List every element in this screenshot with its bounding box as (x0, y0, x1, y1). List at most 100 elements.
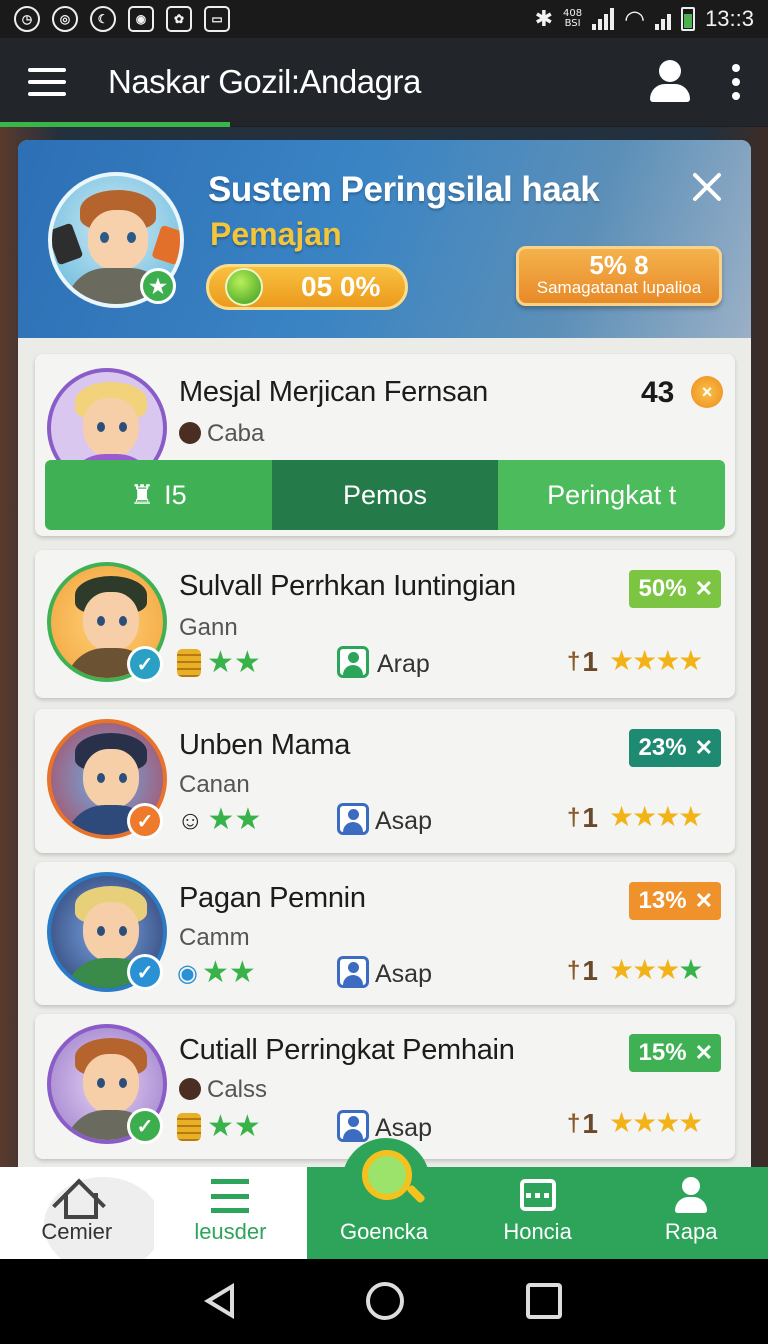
user-icon (337, 956, 369, 988)
battery-icon (681, 7, 696, 31)
progress-pill: 05 0% (206, 264, 408, 310)
bluetooth-icon: ✱ (534, 6, 554, 31)
remove-icon[interactable]: ✕ (695, 576, 713, 602)
nav-leader[interactable]: leusder (153, 1167, 308, 1259)
panel-subtitle: Pemajan (210, 216, 342, 252)
player-card[interactable]: ✓ Pagan Pemnin Camm 13% ✕ ◉ ★★ Asap † 1 ★★… (35, 862, 735, 1005)
rank: † 1 (567, 802, 598, 833)
green-stars-icon: ★★ (207, 802, 262, 837)
percent-tag[interactable]: 15% ✕ (628, 1034, 721, 1072)
nav-profile[interactable]: Rapa (614, 1167, 768, 1259)
signal-2-icon (655, 8, 672, 30)
remove-icon[interactable]: ✕ (695, 888, 713, 914)
tab-count[interactable]: ♜ I5 (45, 460, 272, 530)
stat-card[interactable]: 5% 8 Samagatanat lupalioa (516, 246, 722, 306)
player-class: Canan (179, 771, 250, 798)
coin-close-icon[interactable]: × (691, 376, 723, 408)
rank: † 1 (567, 1108, 598, 1139)
player-class: Caba (179, 420, 264, 448)
recent-apps-icon[interactable] (526, 1283, 562, 1319)
check-badge-icon: ✓ (127, 954, 163, 990)
star-badge-icon: ★ (140, 268, 176, 304)
camera-notification-icon: ◉ (128, 6, 154, 32)
panel-header: ★ Sustem Peringsilal haak Pemajan 05 0% … (18, 140, 751, 338)
moon-notification-icon: ☾ (90, 6, 116, 32)
network-type: 408 BSI (563, 8, 583, 29)
app-bar: Naskar Gozil:Andagra (0, 38, 768, 126)
user-icon (337, 646, 369, 678)
player-class: Calss (179, 1076, 267, 1104)
rating-stars-icon: ★★★★ (609, 644, 703, 677)
wifi-icon: ◠ (624, 5, 646, 33)
nav-home[interactable]: Cemier (0, 1167, 162, 1273)
player-name: Mesjal Merjican Fernsan (179, 376, 488, 408)
coin-stack-icon (177, 1113, 201, 1141)
panel-title: Sustem Peringsilal haak (208, 170, 600, 209)
green-stars-icon: ★★ (207, 1109, 261, 1144)
player-class: Gann (179, 614, 238, 641)
rank: † 1 (567, 955, 598, 986)
user-label: Asap (375, 960, 432, 988)
back-icon[interactable] (204, 1283, 234, 1319)
remove-icon[interactable]: ✕ (695, 1040, 713, 1066)
remove-icon[interactable]: ✕ (695, 735, 713, 761)
more-options-icon[interactable] (732, 64, 740, 100)
player-card[interactable]: ✓ Unben Mama Canan 23% ✕ ☺ ★★ Asap † 1 ★★★… (35, 709, 735, 853)
player-card[interactable]: ✓ Sulvall Perrhkan Iuntingian Gann 50% ✕ … (35, 550, 735, 698)
target-notification-icon: ◎ (52, 6, 78, 32)
stat-value: 5% 8 (589, 250, 649, 280)
player-score: 43 (641, 376, 675, 409)
image-notification-icon: ✿ (166, 6, 192, 32)
hero-avatar: ★ (48, 162, 184, 312)
player-name: Sulvall Perrhkan Iuntingian (179, 570, 516, 602)
user-label: Asap (375, 807, 432, 835)
home-button-icon[interactable] (366, 1282, 404, 1320)
menu-icon[interactable] (28, 68, 66, 96)
percent-tag[interactable]: 50% ✕ (628, 570, 721, 608)
player-class: Camm (179, 924, 250, 951)
user-icon (337, 803, 369, 835)
leaderboard-panel: ★ Sustem Peringsilal haak Pemajan 05 0% … (18, 140, 751, 1170)
home-icon (56, 1175, 98, 1219)
shield-icon: ◉ (177, 959, 198, 987)
sword-icon: † (567, 648, 581, 675)
account-icon[interactable] (648, 60, 692, 104)
green-stars-icon: ★★ (201, 955, 256, 990)
player-name: Pagan Pemnin (179, 882, 366, 914)
nav-chat[interactable]: Honcia (461, 1167, 615, 1259)
sword-icon: † (567, 957, 581, 984)
face-icon: ☺ (177, 804, 204, 835)
list-icon (211, 1179, 250, 1213)
featured-player-card[interactable]: Mesjal Merjican Fernsan Caba 43 × ♜ I5 Pe… (35, 354, 735, 536)
player-name: Cutiall Perringkat Pemhain (179, 1034, 515, 1066)
sword-icon: † (567, 804, 581, 831)
clock-notification-icon: ◷ (14, 6, 40, 32)
check-badge-icon: ✓ (127, 803, 163, 839)
user-label: Arap (377, 650, 430, 678)
card-tabs: ♜ I5 Pemos Peringkat t (45, 460, 725, 530)
sword-icon: † (567, 1110, 581, 1137)
player-name: Unben Mama (179, 729, 351, 761)
check-badge-icon: ✓ (127, 1108, 163, 1144)
user-icon (673, 1177, 709, 1213)
green-stars-icon: ★★ (207, 645, 261, 680)
stat-label: Samagatanat lupalioa (536, 278, 702, 297)
tab-pemos[interactable]: Pemos (271, 460, 499, 530)
class-icon (179, 1078, 201, 1100)
rating-stars-icon: ★★★★ (609, 800, 703, 833)
percent-tag[interactable]: 23% ✕ (628, 729, 721, 767)
check-badge-icon: ✓ (127, 646, 163, 682)
player-icon: ♜ (129, 479, 155, 510)
search-icon[interactable] (362, 1150, 412, 1200)
close-icon[interactable] (690, 170, 724, 204)
percent-tag[interactable]: 13% ✕ (628, 882, 721, 920)
rating-stars-icon: ★★★★ (609, 953, 703, 986)
chat-icon (519, 1179, 556, 1211)
class-icon (179, 422, 201, 444)
tab-peringkat[interactable]: Peringkat t (498, 460, 725, 530)
clock-time: 13::3 (705, 6, 754, 31)
app-title: Naskar Gozil:Andagra (108, 63, 421, 100)
ball-icon (225, 268, 263, 306)
status-bar: ◷ ◎ ☾ ◉ ✿ ▭ ✱ 408 BSI ◠ 13::3 (0, 0, 768, 38)
coin-stack-icon (177, 649, 201, 677)
